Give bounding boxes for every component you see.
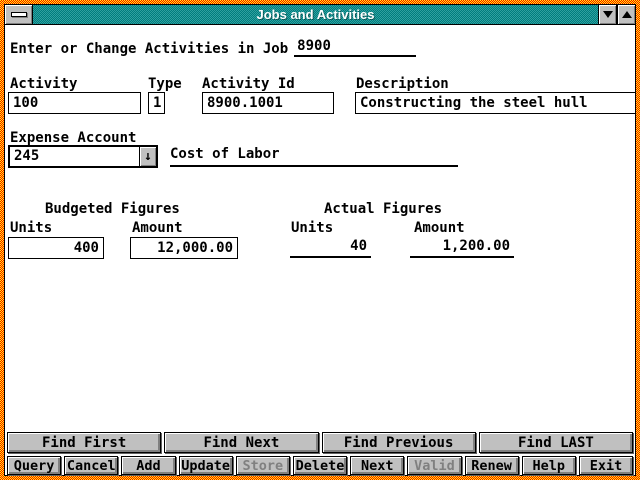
expense-account-name: Cost of Labor	[170, 146, 458, 167]
budgeted-units-input[interactable]: 400	[8, 237, 104, 259]
application-window: Jobs and Activities Enter or Change Acti…	[4, 4, 636, 476]
minimize-icon	[603, 11, 613, 18]
type-label: Type	[148, 76, 182, 92]
expense-account-combobox[interactable]: 245 ↓	[8, 145, 158, 168]
add-button[interactable]: Add	[121, 456, 175, 475]
form-heading: Enter or Change Activities in Job 8900	[10, 38, 416, 57]
action-button-row: Query Cancel Add Update Store Delete Nex…	[5, 456, 635, 475]
store-button: Store	[236, 456, 290, 475]
title-bar: Jobs and Activities	[5, 5, 635, 25]
expense-account-label: Expense Account	[10, 130, 136, 146]
budgeted-figures-heading: Budgeted Figures	[45, 201, 180, 217]
delete-button[interactable]: Delete	[293, 456, 347, 475]
maximize-icon	[622, 11, 632, 18]
form-area: Enter or Change Activities in Job 8900 Ac…	[5, 25, 635, 475]
description-input[interactable]: Constructing the steel hull	[355, 92, 636, 114]
maximize-button[interactable]	[617, 5, 635, 24]
minimize-button[interactable]	[598, 5, 616, 24]
next-button[interactable]: Next	[350, 456, 404, 475]
renew-button[interactable]: Renew	[465, 456, 519, 475]
query-button[interactable]: Query	[7, 456, 61, 475]
cancel-button[interactable]: Cancel	[64, 456, 118, 475]
job-number-field[interactable]: 8900	[294, 38, 416, 57]
activity-label: Activity	[10, 76, 77, 92]
actual-amount-label: Amount	[414, 220, 465, 236]
actual-figures-heading: Actual Figures	[324, 201, 442, 217]
budgeted-amount-input[interactable]: 12,000.00	[130, 237, 238, 259]
window-title: Jobs and Activities	[33, 5, 598, 24]
find-button-row: Find First Find Next Find Previous Find …	[5, 432, 635, 453]
activity-id-input[interactable]: 8900.1001	[202, 92, 334, 114]
budgeted-units-label: Units	[10, 220, 52, 236]
system-menu-icon	[11, 12, 27, 17]
budgeted-amount-label: Amount	[132, 220, 183, 236]
find-previous-button[interactable]: Find Previous	[322, 432, 476, 453]
update-button[interactable]: Update	[179, 456, 233, 475]
form-heading-text: Enter or Change Activities in Job	[10, 41, 288, 57]
actual-units-value: 40	[290, 238, 371, 258]
find-first-button[interactable]: Find First	[7, 432, 161, 453]
help-button[interactable]: Help	[522, 456, 576, 475]
description-label: Description	[356, 76, 449, 92]
exit-button[interactable]: Exit	[579, 456, 633, 475]
find-last-button[interactable]: Find LAST	[479, 432, 633, 453]
actual-units-label: Units	[291, 220, 333, 236]
type-input[interactable]: 1	[148, 92, 165, 114]
system-menu-button[interactable]	[5, 5, 33, 24]
expense-account-value: 245	[14, 148, 39, 164]
activity-input[interactable]: 100	[8, 92, 141, 114]
activity-id-label: Activity Id	[202, 76, 295, 92]
actual-amount-value: 1,200.00	[410, 238, 514, 258]
find-next-button[interactable]: Find Next	[164, 432, 318, 453]
dropdown-arrow-icon[interactable]: ↓	[139, 147, 156, 166]
valid-button: Valid	[407, 456, 461, 475]
